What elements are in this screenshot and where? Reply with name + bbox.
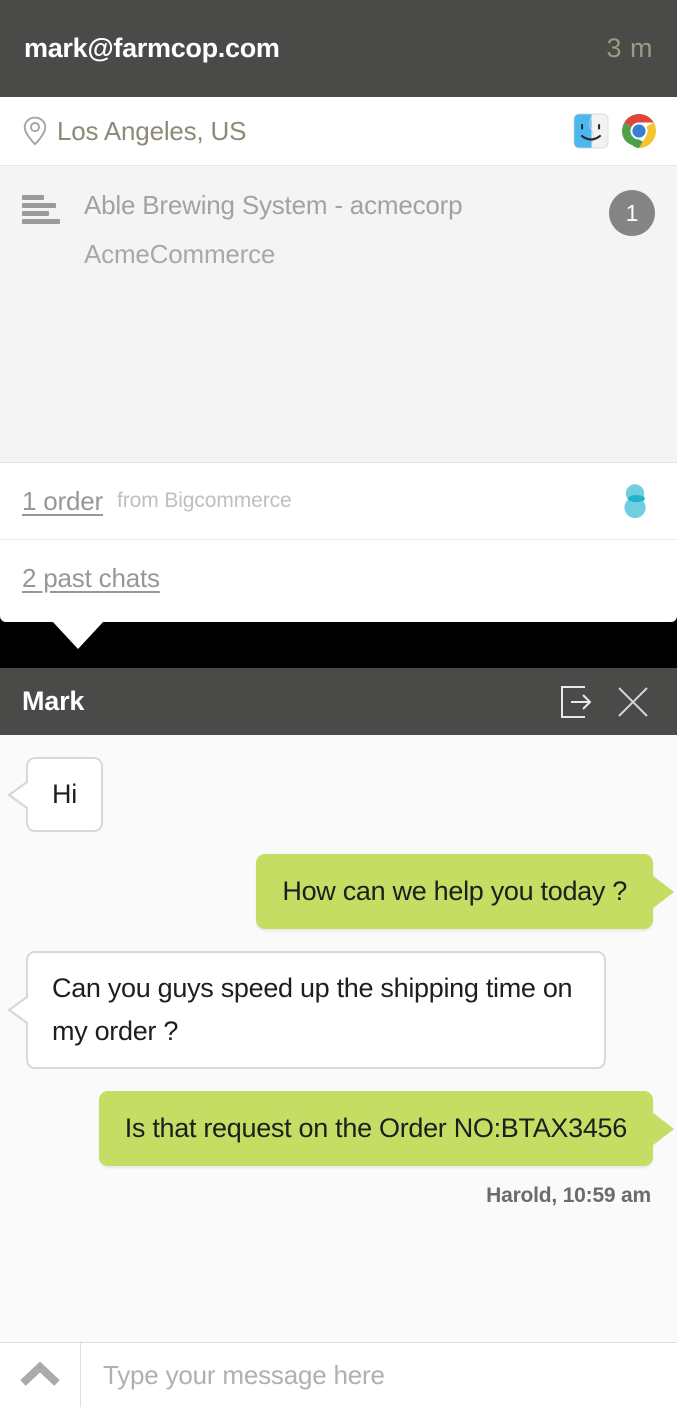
chat-header: Mark [0,668,677,735]
chevron-up-icon[interactable] [0,1343,81,1407]
finder-icon [573,113,609,149]
order-link[interactable]: 1 order [22,486,103,517]
close-icon[interactable] [611,680,655,724]
visitor-location-row: Los Angeles, US [0,97,677,165]
chat-message-list: Hi How can we help you today ? Can you g… [0,735,677,1342]
visited-page-store: AcmeCommerce [84,239,276,269]
incoming-message-bubble: Hi [7,757,103,832]
visitor-header: mark@farmcop.com 3 m [0,0,677,97]
visitor-email: mark@farmcop.com [24,33,280,63]
order-row[interactable]: 1 order from Bigcommerce [0,463,677,540]
chat-message-row: How can we help you today ? [0,854,677,929]
visitor-elapsed-time: 3 m [606,33,653,63]
bigcommerce-logo-icon [624,484,646,519]
order-source-label: from Bigcommerce [116,489,292,512]
visitor-location: Los Angeles, US [57,115,247,146]
chat-widget-screen: mark@farmcop.com 3 m Los Angeles, US Abl… [0,0,677,1407]
message-input[interactable] [81,1359,677,1391]
chat-window: Mark Hi How can we help you today ? Can … [0,668,677,1407]
message-composer [0,1342,677,1407]
chat-agent-name: Mark [22,686,85,716]
chat-message-row: Can you guys speed up the shipping time … [0,951,677,1069]
past-chats-link[interactable]: 2 past chats [22,563,160,594]
visitor-info-card: mark@farmcop.com 3 m Los Angeles, US Abl… [0,0,677,622]
incoming-message-bubble: Can you guys speed up the shipping time … [7,951,606,1069]
chat-message-row: Hi [0,757,677,832]
outgoing-message-bubble: How can we help you today ? [256,854,674,929]
chrome-icon [622,114,656,149]
list-lines-icon [22,195,62,225]
chat-message-row: Is that request on the Order NO:BTAX3456 [0,1091,677,1166]
visit-count-badge: 1 [609,190,655,236]
message-sender-timestamp: Harold, 10:59 am [486,1184,651,1207]
outgoing-message-bubble: Is that request on the Order NO:BTAX3456 [98,1091,675,1166]
visited-page-row: Able Brewing System - acmecorp AcmeComme… [22,188,655,271]
visited-page-title: Able Brewing System - acmecorp [84,190,463,220]
visitor-card-pointer [52,621,104,649]
map-pin-icon [23,116,47,146]
visited-page-block: Able Brewing System - acmecorp AcmeComme… [0,165,677,463]
transfer-chat-icon[interactable] [555,680,599,724]
visited-page-texts: Able Brewing System - acmecorp AcmeComme… [84,188,609,271]
past-chats-row[interactable]: 2 past chats [0,540,677,616]
visitor-app-icons [573,113,657,149]
